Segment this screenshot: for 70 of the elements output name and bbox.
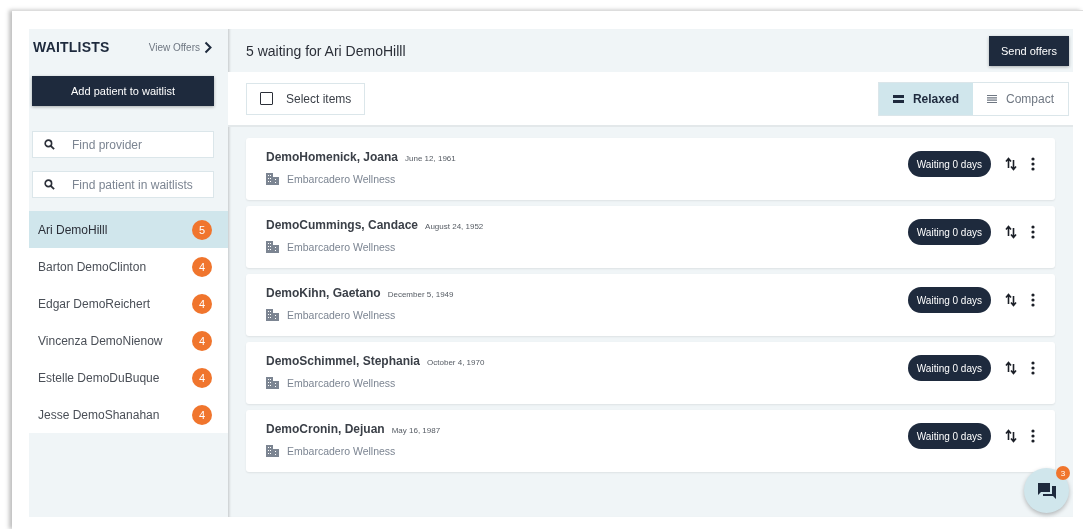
more-icon[interactable]: [1031, 361, 1035, 375]
count-badge: 4: [192, 293, 212, 314]
checkbox[interactable]: [260, 92, 273, 105]
count-badge: 4: [192, 330, 212, 351]
count-badge: 4: [192, 256, 212, 277]
birth-date: October 4, 1970: [427, 358, 485, 367]
provider-name: Vincenza DemoNienow: [38, 333, 163, 348]
provider-name: Ari DemoHilll: [38, 222, 108, 237]
birth-date: May 16, 1987: [391, 426, 441, 435]
count-badge: 4: [192, 404, 212, 425]
provider-item[interactable]: Vincenza DemoNienow 4: [29, 322, 228, 359]
status-pill: Waiting 0 days: [907, 151, 991, 177]
add-patient-button[interactable]: Add patient to waitlist: [32, 76, 214, 106]
status-pill: Waiting 0 days: [907, 355, 991, 381]
birth-date: December 5, 1949: [387, 290, 454, 299]
patient-name: DemoSchimmel, Stephania: [266, 354, 421, 368]
count-badge: 5: [192, 219, 212, 240]
building-icon: [266, 309, 279, 321]
sort-icon[interactable]: [1005, 429, 1017, 443]
search-icon: [44, 179, 55, 190]
location-text: Embarcadero Wellness: [287, 445, 396, 457]
notification-badge: 3: [1056, 466, 1070, 480]
page-title: 5 waiting for Ari DemoHilll: [246, 42, 406, 59]
sort-icon[interactable]: [1005, 361, 1017, 375]
patient-name: DemoCronin, Dejuan: [266, 422, 385, 436]
search-icon: [44, 139, 55, 150]
status-pill: Waiting 0 days: [907, 423, 991, 449]
patient-name: DemoKihn, Gaetano: [266, 286, 381, 300]
building-icon: [266, 377, 279, 389]
sort-icon[interactable]: [1005, 293, 1017, 307]
birth-date: August 24, 1952: [425, 222, 484, 231]
patient-name: DemoCummings, Candace: [266, 218, 419, 232]
provider-item[interactable]: Estelle DemoDuBuque 4: [29, 359, 228, 396]
view-offers-link[interactable]: View Offers: [148, 40, 212, 54]
location-text: Embarcadero Wellness: [287, 377, 396, 389]
sort-icon[interactable]: [1005, 225, 1017, 239]
search-field[interactable]: Find patient in waitlists: [32, 171, 214, 198]
building-icon: [266, 241, 279, 253]
birth-date: June 12, 1961: [405, 154, 456, 163]
location-text: Embarcadero Wellness: [287, 309, 396, 321]
view-toggle-tab[interactable]: Relaxed: [878, 82, 973, 115]
provider-name: Barton DemoClinton: [38, 259, 147, 274]
building-icon: [266, 445, 279, 457]
chevron-right-icon: [204, 40, 212, 54]
provider-name: Edgar DemoReichert: [38, 296, 151, 311]
provider-name: Estelle DemoDuBuque: [38, 370, 160, 385]
send-offers-button[interactable]: Send offers: [988, 35, 1069, 66]
patient-name: DemoHomenick, Joana: [266, 150, 399, 164]
status-pill: Waiting 0 days: [907, 219, 991, 245]
provider-item[interactable]: Jesse DemoShanahan 4: [29, 396, 228, 433]
location-text: Embarcadero Wellness: [287, 173, 396, 185]
provider-item[interactable]: Edgar DemoReichert 4: [29, 285, 228, 322]
search-field[interactable]: Find provider: [32, 131, 214, 158]
provider-name: Jesse DemoShanahan: [38, 407, 160, 422]
chat-icon: [1037, 482, 1056, 499]
compact-view-icon: [986, 94, 997, 103]
provider-item[interactable]: Ari DemoHilll 5: [29, 211, 228, 248]
more-icon[interactable]: [1031, 429, 1035, 443]
sidebar-title: WAITLISTS: [33, 39, 110, 55]
building-icon: [266, 173, 279, 185]
more-icon[interactable]: [1031, 293, 1035, 307]
more-icon[interactable]: [1031, 225, 1035, 239]
provider-item[interactable]: Barton DemoClinton 4: [29, 248, 228, 285]
sort-icon[interactable]: [1005, 157, 1017, 171]
relaxed-view-icon: [892, 94, 904, 103]
location-text: Embarcadero Wellness: [287, 241, 396, 253]
select-items-button[interactable]: Select items: [246, 82, 366, 115]
status-pill: Waiting 0 days: [907, 287, 991, 313]
more-icon[interactable]: [1031, 157, 1035, 171]
count-badge: 4: [192, 367, 212, 388]
